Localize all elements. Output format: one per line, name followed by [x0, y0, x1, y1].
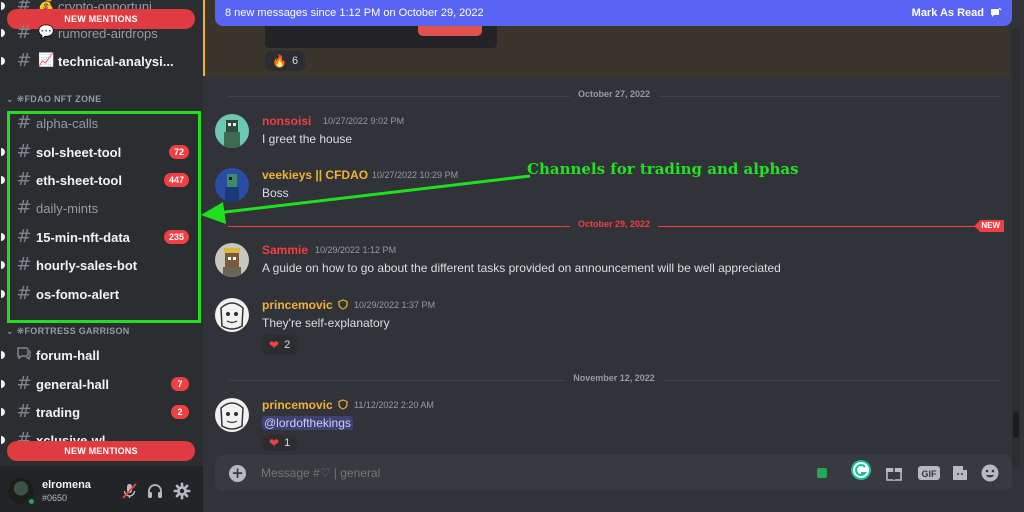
mention-badge: 2 [171, 405, 189, 419]
channel-label: rumored-airdrops [58, 25, 158, 41]
message-body: They're self-explanatory [262, 316, 390, 330]
sticker-icon[interactable] [950, 463, 970, 483]
forum-icon [15, 345, 33, 365]
unread-indicator [1, 261, 5, 269]
message-author[interactable]: Sammie [262, 243, 308, 257]
date-divider: November 12, 2022 [228, 373, 1000, 383]
avatar[interactable] [215, 298, 249, 332]
settings-gear-icon[interactable] [173, 482, 191, 500]
reaction-heart[interactable]: ❤ 2 [262, 335, 298, 355]
hash-icon: # [16, 50, 32, 71]
svg-text:GIF: GIF [922, 469, 938, 479]
gif-icon[interactable]: GIF [917, 463, 941, 483]
channel-label: trading [36, 404, 81, 420]
unread-indicator [1, 408, 5, 416]
channel-label: general-hall [36, 376, 109, 392]
avatar[interactable] [215, 243, 249, 277]
hash-icon: # [16, 401, 32, 422]
channel-technical-analysis[interactable]: # 📈 technical-analysi... [0, 48, 203, 74]
annotation-label: Channels for trading and alphas [527, 160, 799, 178]
unread-indicator [1, 351, 5, 359]
message-timestamp: 10/27/2022 9:02 PM [323, 116, 405, 126]
shield-badge-icon [338, 399, 348, 410]
speech-bubble-emoji-icon: 💬 [38, 25, 55, 40]
shield-badge-icon [338, 299, 348, 310]
fire-emoji-icon: 🔥 [272, 54, 287, 68]
emoji-picker-icon[interactable] [980, 463, 1000, 483]
unread-indicator [1, 29, 5, 37]
channel-label: forum-hall [36, 347, 100, 363]
channel-trading[interactable]: # trading 2 [0, 399, 203, 425]
category-fortress-garrison[interactable]: ⌄ ❋FORTRESS GARRISON [6, 326, 130, 337]
hash-icon: # [16, 373, 32, 394]
scrollbar-thumb[interactable] [1013, 412, 1019, 438]
new-messages-banner[interactable]: 8 new messages since 1:12 PM on October … [215, 0, 1012, 26]
avatar[interactable] [215, 114, 249, 148]
date-divider: October 27, 2022 [228, 89, 1000, 99]
new-mentions-pill-bottom[interactable]: NEW MENTIONS [7, 441, 195, 461]
upload-plus-icon[interactable]: + [229, 465, 246, 482]
message-timestamp: 10/29/2022 1:37 PM [354, 300, 436, 310]
date-label: October 29, 2022 [569, 219, 659, 229]
message-composer: + GIF [215, 455, 1012, 491]
new-tag: NEW [974, 220, 1004, 232]
message-input[interactable] [261, 466, 781, 480]
new-messages-text: 8 new messages since 1:12 PM on October … [225, 7, 484, 19]
message-timestamp: 11/12/2022 2:20 AM [354, 400, 434, 410]
reaction-count: 6 [291, 55, 299, 67]
category-fdao-nft-zone[interactable]: ⌄ ❋FDAO NFT ZONE [6, 94, 101, 105]
date-label: October 27, 2022 [569, 89, 659, 99]
category-label: FORTRESS GARRISON [24, 326, 130, 336]
heart-emoji-icon: ❤ [269, 338, 280, 352]
extension-status-icon[interactable] [817, 468, 827, 478]
unread-indicator [1, 148, 5, 156]
headphones-icon[interactable] [146, 482, 164, 500]
message-author[interactable]: princemovic [262, 298, 333, 312]
grammarly-icon[interactable] [850, 459, 872, 481]
message-timestamp: 10/29/2022 1:12 PM [315, 245, 397, 255]
annotation-arrow-icon [201, 174, 531, 224]
date-label: November 12, 2022 [565, 373, 663, 383]
channel-general-hall[interactable]: # general-hall 7 [0, 371, 203, 397]
reaction-fire[interactable]: 🔥 6 [265, 51, 306, 71]
unread-indicator [1, 436, 5, 444]
user-panel: elromena #0650 [0, 466, 203, 512]
online-status-icon [27, 497, 36, 506]
channel-rumored-airdrops[interactable]: # 💬 rumored-airdrops [0, 20, 203, 46]
message-body: I greet the house [262, 132, 353, 146]
reaction-count: 1 [284, 437, 291, 449]
gift-icon[interactable] [884, 463, 904, 483]
mark-as-read-button[interactable]: Mark As Read [912, 7, 984, 19]
unread-indicator [1, 2, 5, 10]
user-mention[interactable]: @lordofthekings [262, 416, 353, 430]
chart-emoji-icon: 📈 [38, 53, 55, 68]
unread-indicator [1, 233, 5, 241]
scrollbar-track[interactable] [1012, 28, 1020, 468]
message-body: @lordofthekings [262, 416, 353, 430]
hash-icon: # [16, 22, 32, 43]
heart-emoji-icon: ❤ [269, 436, 280, 450]
mention-badge: 7 [171, 377, 189, 391]
avatar[interactable] [215, 398, 249, 432]
message-body: A guide on how to go about the different… [262, 261, 781, 275]
unread-indicator [1, 380, 5, 388]
username[interactable]: elromena [42, 479, 91, 491]
message-author[interactable]: princemovic [262, 398, 333, 412]
reaction-count: 2 [284, 339, 291, 351]
user-tag: #0650 [42, 493, 68, 503]
mark-read-icon[interactable] [990, 7, 1002, 19]
unread-indicator [1, 57, 5, 65]
annotation-highlight-box [7, 111, 201, 323]
channel-label: technical-analysi... [58, 53, 174, 69]
mute-microphone-icon[interactable] [120, 482, 138, 500]
category-label: FDAO NFT ZONE [24, 94, 102, 104]
unread-indicator [1, 176, 5, 184]
message-author[interactable]: nonsoisi [262, 114, 311, 128]
channel-forum-hall[interactable]: forum-hall [0, 342, 203, 368]
reaction-heart[interactable]: ❤ 1 [262, 435, 298, 451]
unread-indicator [1, 290, 5, 298]
